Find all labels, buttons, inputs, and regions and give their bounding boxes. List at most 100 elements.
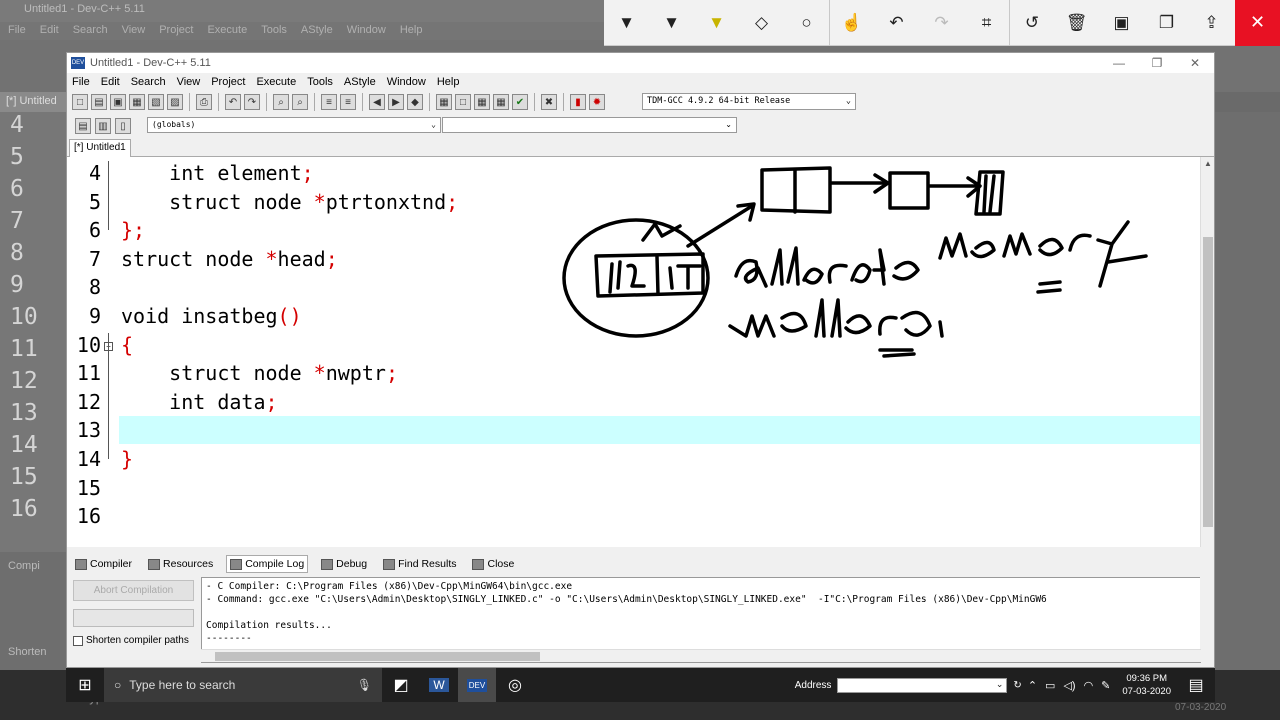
tab-debug[interactable]: Debug — [318, 556, 370, 572]
unindent-icon[interactable]: ≡ — [340, 94, 356, 110]
annotation-close-button[interactable]: ✕ — [1235, 0, 1280, 46]
compiler-select[interactable]: TDM-GCC 4.9.2 64-bit Release ⌄ — [642, 93, 856, 110]
undo-icon[interactable]: ↶ — [874, 0, 919, 46]
close-all-icon[interactable]: ▨ — [167, 94, 183, 110]
replace-icon[interactable]: ⌕ — [292, 94, 308, 110]
function-select[interactable]: ⌄ — [442, 117, 737, 133]
bookmark-icon[interactable]: ◆ — [407, 94, 423, 110]
delete-icon[interactable]: 🗑 — [1054, 0, 1099, 46]
run-icon[interactable]: □ — [455, 94, 471, 110]
checkbox-box[interactable] — [73, 635, 83, 646]
bg-menu-file[interactable]: File — [8, 24, 26, 38]
editor-vertical-scrollbar[interactable]: ▲ — [1200, 157, 1214, 547]
address-input[interactable]: ⌄ — [837, 677, 1008, 693]
menu-search[interactable]: Search — [131, 76, 166, 88]
wifi-icon[interactable]: ◠ — [1084, 679, 1094, 692]
bg-menu-view[interactable]: View — [122, 24, 146, 38]
menu-view[interactable]: View — [177, 76, 201, 88]
menu-execute[interactable]: Execute — [256, 76, 296, 88]
crop-icon[interactable]: ⌗ — [964, 0, 1009, 46]
chart-icon[interactable]: ▮ — [570, 94, 586, 110]
compile-run-icon[interactable]: ▦ — [474, 94, 490, 110]
shorten-compiler-paths-checkbox[interactable]: Shorten compiler paths — [73, 635, 189, 646]
menu-edit[interactable]: Edit — [101, 76, 120, 88]
bg-menu-edit[interactable]: Edit — [40, 24, 59, 38]
abort-compilation-button[interactable]: Abort Compilation — [73, 580, 194, 601]
save-all-icon[interactable]: ▦ — [129, 94, 145, 110]
notification-icon[interactable]: ▤ — [1177, 668, 1215, 702]
devcpp-app-icon[interactable]: DEV — [458, 668, 496, 702]
pen-icon[interactable]: ▼ — [604, 0, 649, 46]
check-icon[interactable]: ✔ — [512, 94, 528, 110]
save-icon[interactable]: ▣ — [1099, 0, 1144, 46]
goto-back-icon[interactable]: ◀ — [369, 94, 385, 110]
bg-menu-tools[interactable]: Tools — [261, 24, 287, 38]
bg-menu-window[interactable]: Window — [347, 24, 386, 38]
pen-icon[interactable]: ✎ — [1101, 679, 1110, 692]
remove-from-project-icon[interactable]: ▯ — [115, 118, 131, 134]
menu-help[interactable]: Help — [437, 76, 460, 88]
touch-icon[interactable]: ☝ — [829, 0, 874, 46]
log-vertical-scrollbar[interactable] — [1200, 577, 1214, 653]
globals-select[interactable]: (globals) ⌄ — [147, 117, 441, 133]
menu-project[interactable]: Project — [211, 76, 245, 88]
new-file-icon[interactable]: □ — [72, 94, 88, 110]
tab-untitled1[interactable]: [*] Untitled1 — [69, 139, 131, 157]
scrollbar-thumb[interactable] — [1203, 237, 1213, 527]
windows-start-icon[interactable]: ⊞ — [66, 668, 104, 702]
bg-menu-search[interactable]: Search — [73, 24, 108, 38]
menu-window[interactable]: Window — [387, 76, 426, 88]
find-icon[interactable]: ⌕ — [273, 94, 289, 110]
battery-icon[interactable]: ▭ — [1045, 679, 1055, 692]
menu-tools[interactable]: Tools — [307, 76, 333, 88]
close-file-icon[interactable]: ▧ — [148, 94, 164, 110]
compile-icon[interactable]: ▦ — [436, 94, 452, 110]
taskbar-search-box[interactable]: ○ Type here to search 🎙 — [104, 668, 382, 702]
bg-menu-execute[interactable]: Execute — [207, 24, 247, 38]
print-icon[interactable]: ⎙ — [196, 94, 212, 110]
shape-icon[interactable]: ○ — [784, 0, 829, 46]
open-file-icon[interactable]: ▤ — [91, 94, 107, 110]
code-editor[interactable]: 45678910111213141516− int element; struc… — [67, 157, 1200, 547]
goto-forward-icon[interactable]: ▶ — [388, 94, 404, 110]
eraser-icon[interactable]: ◇ — [739, 0, 784, 46]
save-file-icon[interactable]: ▣ — [110, 94, 126, 110]
tab-find-results[interactable]: Find Results — [380, 556, 459, 572]
history-icon[interactable]: ↺ — [1009, 0, 1054, 46]
bg-menu-astyle[interactable]: AStyle — [301, 24, 333, 38]
debug-icon[interactable]: ✹ — [589, 94, 605, 110]
chrome-app-icon[interactable]: ◎ — [496, 668, 534, 702]
tab-close[interactable]: Close — [469, 556, 517, 572]
indent-icon[interactable]: ≡ — [321, 94, 337, 110]
highlighter-icon[interactable]: ▼ — [694, 0, 739, 46]
refresh-icon[interactable]: ↻ — [1013, 680, 1021, 691]
bg-menu-project[interactable]: Project — [159, 24, 193, 38]
log-horizontal-scrollbar[interactable] — [201, 649, 1201, 662]
project-icon[interactable]: ▤ — [75, 118, 91, 134]
undo-icon[interactable]: ↶ — [225, 94, 241, 110]
redo-icon[interactable]: ↷ — [244, 94, 260, 110]
restore-button[interactable]: ❐ — [1138, 53, 1176, 73]
tab-resources[interactable]: Resources — [145, 556, 216, 572]
scroll-up-icon[interactable]: ▲ — [1204, 159, 1212, 168]
whiteboard-app-icon[interactable]: ◩ — [382, 668, 420, 702]
copy-icon[interactable]: ❐ — [1144, 0, 1189, 46]
word-app-icon[interactable]: W — [420, 668, 458, 702]
stop-icon[interactable]: ✖ — [541, 94, 557, 110]
add-to-project-icon[interactable]: ▥ — [95, 118, 111, 134]
chevron-up-icon[interactable]: ⌃ — [1028, 679, 1037, 692]
microphone-icon[interactable]: 🎙 — [357, 678, 372, 692]
taskbar-clock[interactable]: 09:36 PM 07-03-2020 — [1122, 672, 1171, 698]
menu-file[interactable]: File — [72, 76, 90, 88]
pen-icon[interactable]: ▼ — [649, 0, 694, 46]
tab-compile-log[interactable]: Compile Log — [226, 555, 309, 573]
minimize-button[interactable]: — — [1100, 53, 1138, 73]
scrollbar-thumb[interactable] — [215, 652, 540, 661]
rebuild-icon[interactable]: ▦ — [493, 94, 509, 110]
tab-compiler[interactable]: Compiler — [72, 556, 135, 572]
menu-astyle[interactable]: AStyle — [344, 76, 376, 88]
volume-icon[interactable]: ◁) — [1063, 679, 1075, 692]
share-icon[interactable]: ⇪ — [1189, 0, 1234, 46]
bg-menu-help[interactable]: Help — [400, 24, 423, 38]
close-window-button[interactable]: ✕ — [1176, 53, 1214, 73]
